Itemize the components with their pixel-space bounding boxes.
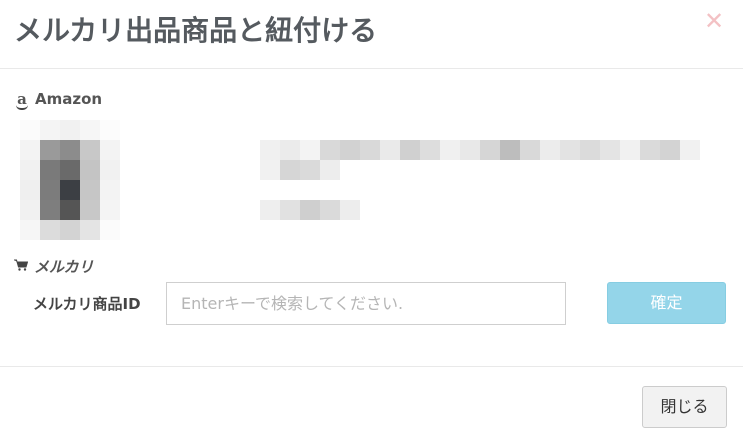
amazon-icon: a [15,90,29,110]
mercari-label: メルカリ [34,258,94,276]
modal-title: メルカリ出品商品と紐付ける [14,14,378,47]
mercari-id-input[interactable] [166,282,566,325]
mercari-section-label: メルカリ [14,256,94,277]
cart-icon [14,259,29,275]
mercari-id-label: メルカリ商品ID [33,295,141,313]
modal-footer: 閉じる [0,366,743,437]
product-title-blurred-line2 [260,160,340,180]
product-image-blurred [20,120,120,240]
amazon-section-label: a Amazon [15,90,103,110]
product-title-blurred [260,140,700,160]
confirm-button[interactable]: 確定 [607,282,726,324]
amazon-label: Amazon [35,90,103,108]
modal-header: メルカリ出品商品と紐付ける ✕ [0,0,743,69]
link-mercari-modal: メルカリ出品商品と紐付ける ✕ a Amazon メルカリ メルカリ商品ID E… [0,0,743,437]
close-button[interactable]: 閉じる [642,386,727,428]
product-price-blurred [260,200,360,220]
close-x-icon[interactable]: ✕ [703,9,725,33]
